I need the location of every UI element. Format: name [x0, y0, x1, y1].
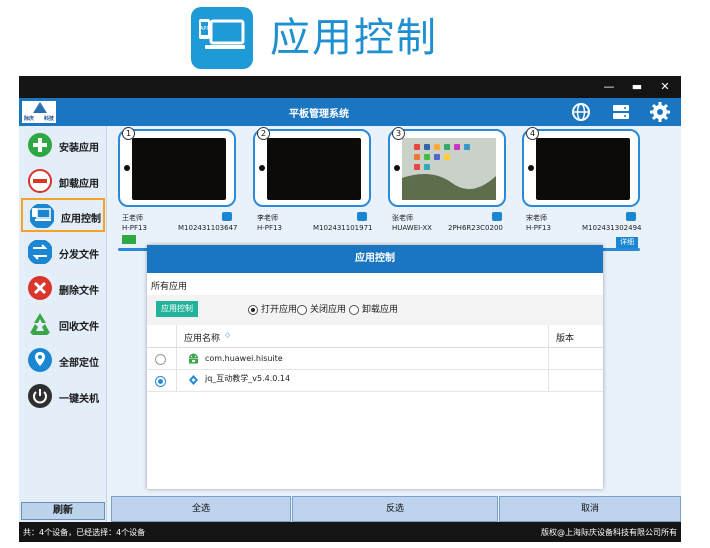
swap-icon [28, 240, 52, 264]
device-screen [267, 138, 361, 200]
device-badge-icon [357, 212, 367, 221]
device-user: 王老师 [122, 214, 143, 222]
gear-icon[interactable] [649, 101, 671, 123]
device-screen [132, 138, 226, 200]
sidebar-item-uninstall[interactable]: 卸载应用 [21, 165, 105, 197]
select-all-button[interactable]: 全选 [111, 496, 291, 522]
sidebar-item-app-control[interactable]: 应用控制 [21, 198, 105, 232]
section-label: 所有应用 [151, 282, 188, 292]
sidebar-item-label: 应用控制 [61, 214, 101, 225]
dialog-toolbar: 应用控制 打开应用 关闭应用 卸载应用 [147, 295, 603, 325]
copyright-text: 版权@上海际庆设备科技有限公司所有 [541, 528, 677, 537]
sidebar-item-shutdown[interactable]: 一键关机 [21, 380, 105, 412]
sidebar-item-install[interactable]: 安装应用 [21, 129, 105, 161]
device-user: 宋老师 [526, 214, 547, 222]
row-radio[interactable] [155, 376, 166, 387]
device-number: 1 [122, 127, 135, 140]
device-card[interactable]: 1 王老师 H-PF13 M102431103647 [118, 127, 238, 251]
radio-uninstall-app[interactable]: 卸载应用 [349, 304, 398, 316]
detail-button[interactable]: 详细 [616, 237, 638, 248]
sidebar-item-label: 一键关机 [59, 394, 99, 405]
sidebar-item-recycle[interactable]: 回收文件 [21, 308, 105, 340]
device-number: 3 [392, 127, 405, 140]
radio-close-app[interactable]: 关闭应用 [297, 304, 346, 316]
dialog-title: 应用控制 [147, 245, 603, 273]
device-model: H-PF13 [122, 224, 147, 232]
cancel-button[interactable]: 取消 [499, 496, 681, 522]
location-icon [28, 348, 52, 372]
app-name: com.huawei.hisuite [205, 354, 283, 363]
refresh-button[interactable]: 刷新 [21, 502, 105, 520]
app-control-dialog: 应用控制 所有应用 应用控制 打开应用 关闭应用 卸载应用 应用名称 ◇ 版本 [147, 245, 603, 489]
device-badge-icon [492, 212, 502, 221]
invert-selection-button[interactable]: 反选 [292, 496, 498, 522]
device-badge-icon [222, 212, 232, 221]
device-count-status: 共：4个设备，已经选择：4个设备 [23, 528, 146, 537]
app-header: 际庆 科技 平板管理系统 [19, 98, 681, 126]
svg-text:APP: APP [200, 26, 209, 32]
device-screen [536, 138, 630, 200]
row-radio[interactable] [155, 354, 166, 365]
globe-icon[interactable] [570, 101, 592, 123]
minimize-icon[interactable]: — [601, 79, 617, 95]
sidebar-item-label: 全部定位 [59, 358, 99, 369]
device-serial: M102431103647 [178, 224, 238, 232]
device-badge-icon [626, 212, 636, 221]
device-card[interactable]: 4 宋老师 H-PF13 M102431302494 [522, 127, 642, 251]
device-number: 2 [257, 127, 270, 140]
close-icon [28, 276, 52, 300]
power-icon [28, 384, 52, 408]
table-header: 应用名称 ◇ 版本 [147, 325, 603, 348]
close-icon[interactable]: ✕ [657, 79, 673, 95]
app-title: 平板管理系统 [289, 109, 349, 120]
window-titlebar: — ▬ ✕ [19, 76, 681, 98]
device-card[interactable]: 3 张老师 HUAWEI-XX 2PH6R23C0200 [388, 127, 506, 247]
sidebar-item-distribute[interactable]: 分发文件 [21, 236, 105, 268]
sidebar-item-label: 分发文件 [59, 250, 99, 261]
radio-open-app[interactable]: 打开应用 [248, 304, 297, 316]
device-model: H-PF13 [257, 224, 282, 232]
sidebar-item-label: 回收文件 [59, 322, 99, 333]
table-row[interactable]: jq_互动教学_v5.4.0.14 [147, 370, 603, 392]
status-bar: 共：4个设备，已经选择：4个设备 版权@上海际庆设备科技有限公司所有 [19, 522, 681, 542]
device-serial: M102431101971 [313, 224, 373, 232]
device-serial: M102431302494 [582, 224, 642, 232]
device-user: 李老师 [257, 214, 278, 222]
sidebar-item-label: 安装应用 [59, 143, 99, 154]
company-logo: 际庆 科技 [22, 101, 56, 123]
app-logo-icon [189, 375, 198, 385]
minus-icon [28, 169, 52, 193]
device-number: 4 [526, 127, 539, 140]
sidebar-item-label: 删除文件 [59, 286, 99, 297]
banner-title: 应用控制 [270, 15, 438, 61]
battery-icon [122, 235, 136, 244]
device-screen [402, 138, 496, 200]
tablet-icon [30, 204, 54, 228]
device-model: H-PF13 [526, 224, 551, 232]
sidebar-item-delete[interactable]: 删除文件 [21, 272, 105, 304]
device-card[interactable]: 2 李老师 H-PF13 M102431101971 [253, 127, 373, 247]
app-control-tag[interactable]: 应用控制 [156, 301, 198, 317]
app-name: jq_互动教学_v5.4.0.14 [205, 374, 291, 383]
device-serial: 2PH6R23C0200 [448, 224, 503, 232]
sidebar-item-locate[interactable]: 全部定位 [21, 344, 105, 376]
maximize-icon[interactable]: ▬ [629, 79, 645, 95]
table-row[interactable]: com.huawei.hisuite [147, 348, 603, 370]
sort-icon[interactable]: ◇ [225, 331, 230, 339]
column-version[interactable]: 版本 [556, 331, 574, 344]
sidebar-item-label: 卸载应用 [59, 179, 99, 190]
tablet-app-icon: APP [191, 7, 253, 69]
server-icon[interactable] [610, 101, 632, 123]
android-icon [189, 353, 198, 364]
app-window: — ▬ ✕ 际庆 科技 平板管理系统 安装应用 卸载应用 应用控制 分发文件 删… [19, 76, 681, 542]
device-user: 张老师 [392, 214, 413, 222]
sidebar: 安装应用 卸载应用 应用控制 分发文件 删除文件 回收文件 全部定位 一键关机 [19, 126, 107, 522]
recycle-icon [30, 313, 50, 335]
device-model: HUAWEI-XX [392, 224, 432, 232]
column-app-name[interactable]: 应用名称 [184, 331, 220, 344]
plus-icon [28, 133, 52, 157]
